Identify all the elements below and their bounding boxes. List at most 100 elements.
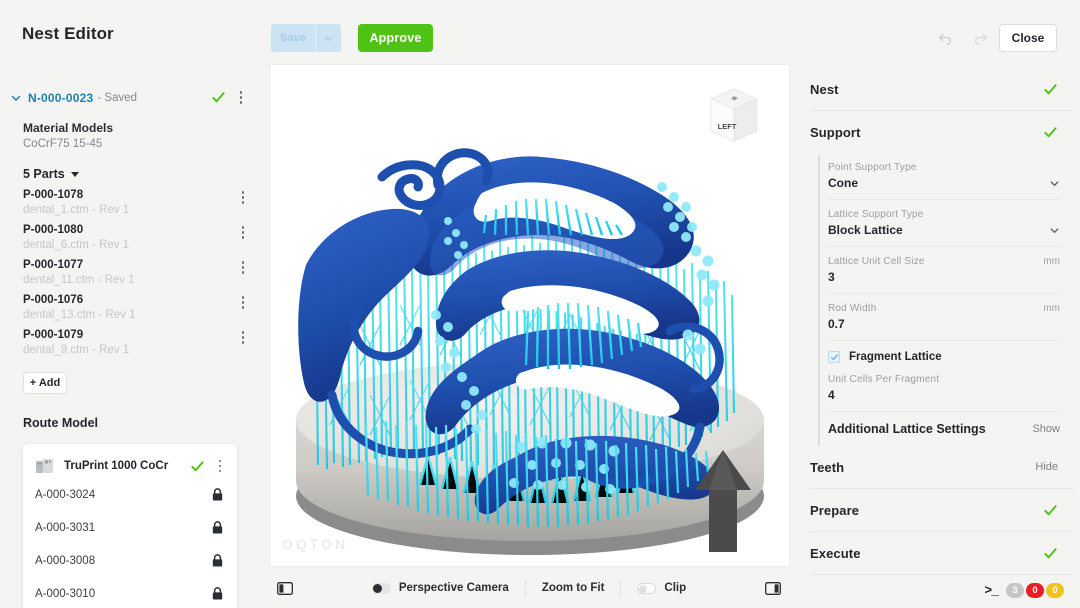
section-nest-label: Nest bbox=[810, 81, 839, 97]
part-menu-button[interactable] bbox=[236, 331, 250, 344]
zoom-to-fit-button[interactable]: Zoom to Fit bbox=[542, 582, 605, 594]
divider bbox=[620, 579, 622, 597]
fragment-lattice-checkbox-row[interactable]: Fragment Lattice bbox=[828, 341, 1060, 365]
close-button[interactable]: Close bbox=[999, 24, 1057, 52]
console-badge-info[interactable]: 3 bbox=[1006, 583, 1024, 598]
list-item[interactable]: A-000-3031 bbox=[23, 511, 237, 544]
field-value[interactable]: Cone bbox=[828, 176, 1060, 190]
parts-count-label: 5 Parts bbox=[23, 167, 65, 181]
nest-editor-app: Nest Editor Save Approve Close N-000-002… bbox=[0, 0, 1080, 608]
printer-card-header[interactable]: TruPrint 1000 CoCr bbox=[23, 454, 237, 478]
chevron-down-icon[interactable] bbox=[1049, 225, 1060, 236]
part-menu-button[interactable] bbox=[236, 191, 250, 204]
unit-cells-per-fragment-field[interactable]: Unit Cells Per Fragment 4 bbox=[828, 365, 1060, 412]
list-item[interactable]: P-000-1078 dental_1.ctm - Rev 1 bbox=[0, 181, 262, 216]
console-badge-warning[interactable]: 0 bbox=[1046, 583, 1064, 598]
part-id-label: P-000-1079 bbox=[23, 329, 84, 341]
section-nest[interactable]: Nest bbox=[796, 68, 1080, 110]
support-field[interactable]: Point Support Type Cone bbox=[828, 153, 1060, 200]
part-file-label: dental_9.ctm - Rev 1 bbox=[23, 344, 130, 356]
support-field[interactable]: Rod Width 0.7 mm bbox=[828, 294, 1060, 341]
list-item[interactable]: P-000-1079 dental_9.ctm - Rev 1 bbox=[0, 321, 262, 356]
part-id-label: P-000-1076 bbox=[23, 294, 84, 306]
lock-icon bbox=[212, 488, 223, 501]
part-file-label: dental_6.ctm - Rev 1 bbox=[23, 239, 130, 251]
section-support[interactable]: Support bbox=[796, 111, 1080, 153]
field-value[interactable]: 3 bbox=[828, 270, 1060, 284]
printer-card: TruPrint 1000 CoCr A-000-3024 A-000-3031 A… bbox=[23, 444, 237, 608]
check-icon bbox=[1044, 547, 1057, 558]
parts-count-header[interactable]: 5 Parts bbox=[0, 150, 262, 181]
section-teeth[interactable]: Teeth Hide bbox=[796, 446, 1080, 488]
console-badge-error[interactable]: 0 bbox=[1026, 583, 1044, 598]
panel-right-icon[interactable] bbox=[765, 581, 781, 595]
part-id-label: P-000-1080 bbox=[23, 224, 84, 236]
part-menu-button[interactable] bbox=[236, 296, 250, 309]
fragment-lattice-label: Fragment Lattice bbox=[849, 351, 942, 363]
nest-menu-button[interactable] bbox=[234, 91, 248, 104]
field-label: Rod Width bbox=[828, 303, 877, 314]
support-settings-group: Point Support Type Cone Lattice Support Ty… bbox=[818, 153, 1060, 446]
section-execute[interactable]: Execute bbox=[796, 532, 1080, 574]
check-icon bbox=[1044, 126, 1057, 137]
chevron-down-icon[interactable] bbox=[10, 92, 22, 104]
perspective-camera-toggle[interactable] bbox=[371, 582, 391, 594]
clip-toggle[interactable] bbox=[637, 582, 657, 594]
section-execute-label: Execute bbox=[810, 545, 861, 561]
redo-icon[interactable] bbox=[973, 29, 990, 46]
undo-redo-group bbox=[936, 29, 990, 46]
console-badges: 300 bbox=[1006, 583, 1064, 598]
support-fields: Point Support Type Cone Lattice Support Ty… bbox=[828, 153, 1060, 341]
field-value[interactable]: Block Lattice bbox=[828, 223, 1060, 237]
check-icon bbox=[830, 353, 838, 360]
section-prepare[interactable]: Prepare bbox=[796, 489, 1080, 531]
list-item[interactable]: P-000-1077 dental_11.ctm - Rev 1 bbox=[0, 251, 262, 286]
nest-id-label[interactable]: N-000-0023 bbox=[28, 91, 93, 105]
lock-icon bbox=[212, 554, 223, 567]
front-spikes bbox=[364, 420, 710, 528]
part-id-label: P-000-1078 bbox=[23, 189, 84, 201]
build-id-label: A-000-3008 bbox=[35, 554, 96, 567]
list-item[interactable]: A-000-3024 bbox=[23, 478, 237, 511]
console-status-bar: >_ 300 bbox=[984, 583, 1064, 598]
3d-viewport[interactable]: LEFT OQTON bbox=[269, 64, 790, 567]
part-menu-button[interactable] bbox=[236, 261, 250, 274]
additional-lattice-settings-row[interactable]: Additional Lattice Settings Show bbox=[828, 412, 1060, 446]
route-model-title: Route Model bbox=[23, 416, 98, 430]
terminal-icon[interactable]: >_ bbox=[984, 583, 999, 598]
nest-header-row[interactable]: N-000-0023 - Saved bbox=[0, 68, 262, 105]
field-label: Lattice Support Type bbox=[828, 209, 924, 220]
3d-scene: LEFT OQTON bbox=[270, 65, 789, 566]
save-button[interactable]: Save bbox=[271, 24, 315, 52]
oqton-watermark: OQTON bbox=[282, 536, 349, 552]
chevron-down-icon[interactable] bbox=[1049, 178, 1060, 189]
approve-button[interactable]: Approve bbox=[358, 24, 433, 52]
field-unit: mm bbox=[1043, 256, 1060, 267]
section-support-label: Support bbox=[810, 124, 861, 140]
viewport-controls: Perspective Camera Zoom to Fit Clip bbox=[293, 579, 765, 597]
add-part-button[interactable]: + Add bbox=[23, 372, 67, 394]
view-cube[interactable]: LEFT bbox=[705, 85, 763, 147]
list-item[interactable]: A-000-3010 bbox=[23, 577, 237, 608]
list-item[interactable]: A-000-3008 bbox=[23, 544, 237, 577]
clip-label[interactable]: Clip bbox=[664, 582, 686, 594]
fragment-lattice-checkbox[interactable] bbox=[828, 351, 840, 363]
part-menu-button[interactable] bbox=[236, 226, 250, 239]
list-item[interactable]: P-000-1080 dental_6.ctm - Rev 1 bbox=[0, 216, 262, 251]
save-dropdown-button[interactable] bbox=[316, 24, 341, 52]
panel-left-icon[interactable] bbox=[277, 581, 293, 595]
printer-menu-button[interactable] bbox=[213, 459, 227, 473]
support-field[interactable]: Lattice Support Type Block Lattice bbox=[828, 200, 1060, 247]
field-value[interactable]: 0.7 bbox=[828, 317, 1060, 331]
list-item[interactable]: P-000-1076 dental_13.ctm - Rev 1 bbox=[0, 286, 262, 321]
support-field[interactable]: Lattice Unit Cell Size 3 mm bbox=[828, 247, 1060, 294]
unit-cells-per-fragment-value[interactable]: 4 bbox=[828, 388, 1060, 402]
perspective-camera-label[interactable]: Perspective Camera bbox=[399, 582, 509, 594]
build-id-label: A-000-3031 bbox=[35, 521, 96, 534]
parts-list: P-000-1078 dental_1.ctm - Rev 1 P-000-1080… bbox=[0, 181, 262, 356]
chevron-down-icon bbox=[324, 35, 333, 41]
additional-lattice-show-link[interactable]: Show bbox=[1032, 423, 1060, 435]
save-button-group: Save bbox=[271, 24, 341, 52]
undo-icon[interactable] bbox=[936, 29, 953, 46]
teeth-hide-link[interactable]: Hide bbox=[1035, 461, 1058, 473]
